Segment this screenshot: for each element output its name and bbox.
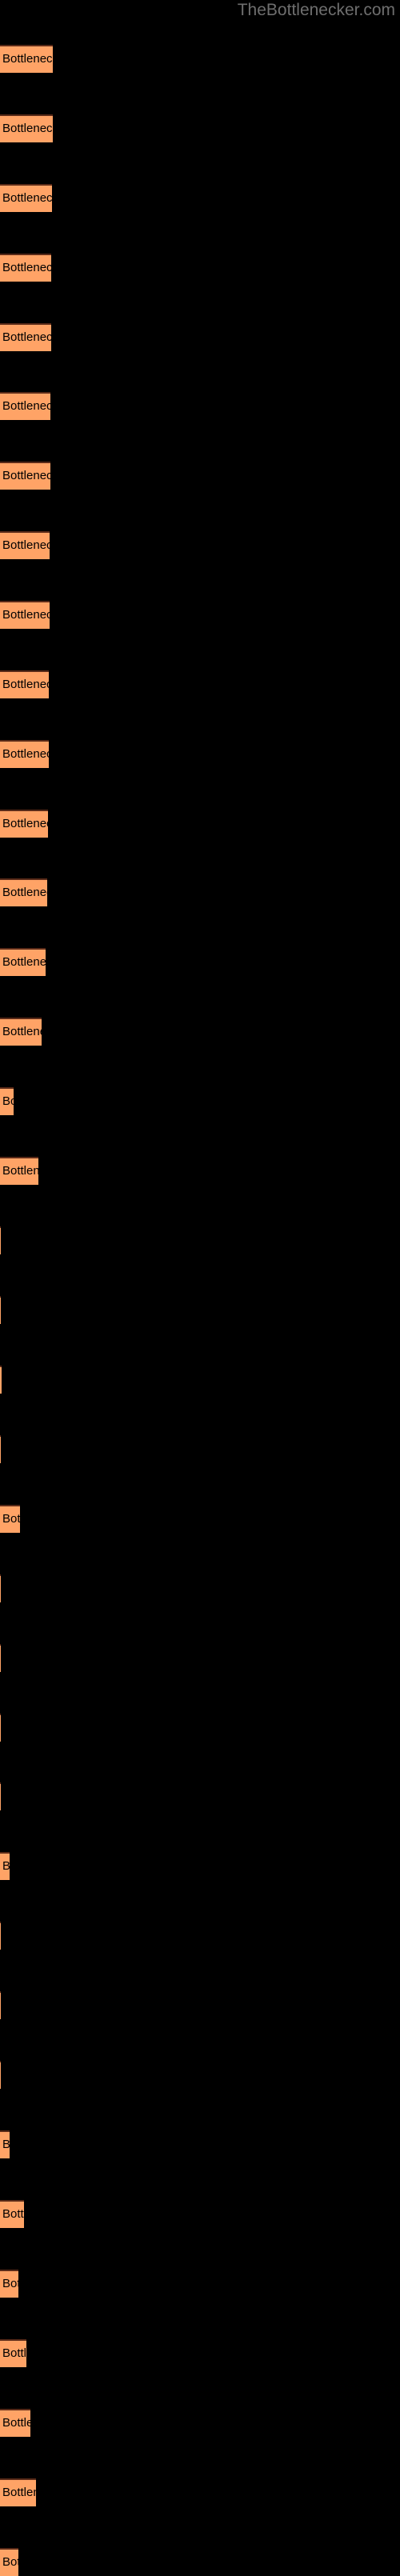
bar-clip: Bottleneck result 26 bbox=[0, 1782, 1, 1810]
bar-clip: Bottleneck result 27 bbox=[0, 1852, 10, 1880]
bar-clip: Bottleneck result 37 bbox=[0, 2548, 18, 2576]
bar-rect bbox=[0, 254, 51, 282]
bar-clip: Bottleneck result 17 bbox=[0, 1157, 38, 1185]
bar-rect bbox=[0, 2478, 36, 2506]
bar-rect bbox=[0, 2409, 30, 2437]
bar-clip: Bottleneck result 12 bbox=[0, 810, 48, 838]
bar-clip: Bottleneck result 21 bbox=[0, 1435, 1, 1463]
bar-rect bbox=[0, 1296, 1, 1324]
bar-clip: Bottleneck result 5 bbox=[0, 323, 51, 351]
bar-rect bbox=[0, 670, 49, 698]
bar-rect bbox=[0, 1852, 10, 1880]
bar-clip: Bottleneck result 6 bbox=[0, 392, 50, 420]
bar-clip: Bottleneck result 14 bbox=[0, 948, 46, 976]
bar-rect bbox=[0, 601, 50, 629]
bar-rect bbox=[0, 392, 50, 420]
bar-rect bbox=[0, 323, 51, 351]
bar-rect bbox=[0, 1782, 1, 1810]
bar-clip: Bottleneck result 28 bbox=[0, 1922, 1, 1950]
bar-rect bbox=[0, 462, 50, 490]
bar-clip: Bottleneck result 11 bbox=[0, 740, 49, 768]
bar-clip: Bottleneck result 30 bbox=[0, 2061, 1, 2089]
bar-clip: Bottleneck result 1 bbox=[0, 45, 53, 73]
bar-clip: Bottleneck result 35 bbox=[0, 2409, 30, 2437]
bar-clip: Bottleneck result 25 bbox=[0, 1714, 1, 1742]
bar-rect bbox=[0, 2061, 1, 2089]
bar-clip: Bottleneck result 2 bbox=[0, 114, 53, 142]
bar-rect bbox=[0, 1157, 38, 1185]
bar-rect bbox=[0, 948, 46, 976]
bar-clip: Bottleneck result 3 bbox=[0, 184, 52, 212]
bar-rect bbox=[0, 2548, 18, 2576]
bar-rect bbox=[0, 1087, 14, 1115]
bar-clip: Bottleneck result 4 bbox=[0, 254, 51, 282]
bar-rect bbox=[0, 2130, 10, 2158]
bar-clip: Bottleneck result 31 bbox=[0, 2130, 10, 2158]
bar-clip: Bottleneck result 32 bbox=[0, 2200, 24, 2228]
bar-rect bbox=[0, 184, 52, 212]
bars-container: Bottleneck result 1 Bottleneck result 2 Bo… bbox=[0, 0, 400, 2576]
bar-rect bbox=[0, 2339, 26, 2367]
bar-clip: Bottleneck result 9 bbox=[0, 601, 50, 629]
bar-rect bbox=[0, 1226, 1, 1254]
bar-rect bbox=[0, 1644, 1, 1672]
bar-clip: Bottleneck result 10 bbox=[0, 670, 49, 698]
bar-rect bbox=[0, 1018, 42, 1046]
bar-clip: Bottleneck result 8 bbox=[0, 531, 50, 559]
bar-clip: Bottleneck result 34 bbox=[0, 2339, 26, 2367]
bar-rect bbox=[0, 810, 48, 838]
bar-rect bbox=[0, 45, 53, 73]
bar-rect bbox=[0, 114, 53, 142]
bar-rect bbox=[0, 1435, 1, 1463]
bar-clip: Bottleneck result 33 bbox=[0, 2270, 18, 2298]
bar-clip: Bottleneck result 15 bbox=[0, 1018, 42, 1046]
bar-chart: TheBottlenecker.com Bottleneck result 1B… bbox=[0, 0, 400, 2576]
bar-rect bbox=[0, 740, 49, 768]
bar-rect bbox=[0, 1922, 1, 1950]
bar-clip: Bottleneck result 18 bbox=[0, 1226, 1, 1254]
bar-clip: Bottleneck result 22 bbox=[0, 1505, 20, 1533]
bar-clip: Bottleneck result 29 bbox=[0, 1991, 1, 2019]
bar-clip: Bottleneck result 20 bbox=[0, 1366, 2, 1394]
bar-rect bbox=[0, 1714, 1, 1742]
bar-rect bbox=[0, 1366, 2, 1394]
bar-rect bbox=[0, 2200, 24, 2228]
bar-rect bbox=[0, 878, 47, 906]
bar-rect bbox=[0, 1574, 1, 1602]
bar-rect bbox=[0, 2270, 18, 2298]
bar-clip: Bottleneck result 16 bbox=[0, 1087, 14, 1115]
bar-rect bbox=[0, 1991, 1, 2019]
bar-clip: Bottleneck result 24 bbox=[0, 1644, 1, 1672]
bar-rect bbox=[0, 531, 50, 559]
bar-clip: Bottleneck result 36 bbox=[0, 2478, 36, 2506]
bar-clip: Bottleneck result 23 bbox=[0, 1574, 1, 1602]
bar-clip: Bottleneck result 19 bbox=[0, 1296, 1, 1324]
bar-clip: Bottleneck result 7 bbox=[0, 462, 50, 490]
bar-rect bbox=[0, 1505, 20, 1533]
bar-clip: Bottleneck result 13 bbox=[0, 878, 47, 906]
